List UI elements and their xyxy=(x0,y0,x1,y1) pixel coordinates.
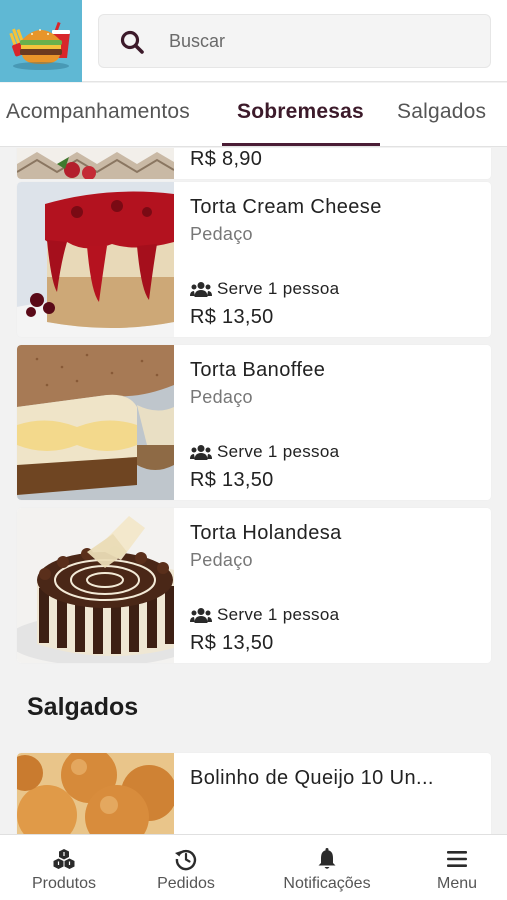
nav-menu[interactable]: Menu xyxy=(420,835,494,900)
product-price: R$ 13,50 xyxy=(190,306,274,328)
nav-label-notificacoes: Notificações xyxy=(283,875,371,892)
product-image xyxy=(17,182,174,337)
product-price: R$ 13,50 xyxy=(190,632,274,654)
product-card[interactable]: Torta Cream Cheese Pedaço Serve 1 pessoa… xyxy=(17,182,491,337)
people-icon xyxy=(190,608,212,623)
product-name: Torta Cream Cheese xyxy=(190,196,382,218)
product-card[interactable]: Torta Holandesa Pedaço Serve 1 pessoa R$… xyxy=(17,508,491,663)
product-serves: Serve 1 pessoa xyxy=(190,442,339,462)
product-description: Pedaço xyxy=(190,224,253,244)
product-name: Bolinho de Queijo 10 Un... xyxy=(190,767,434,789)
bell-icon xyxy=(318,848,336,869)
product-card[interactable]: Torta Banoffee Pedaço Serve 1 pessoa R$ … xyxy=(17,345,491,500)
product-list[interactable]: R$ 8,90 Torta Cream Cheese Pedaço Serve … xyxy=(0,148,507,834)
product-image xyxy=(17,508,174,663)
hamburger-menu-icon xyxy=(447,851,467,867)
product-card[interactable]: R$ 8,90 xyxy=(17,148,491,179)
serves-label: Serve 1 pessoa xyxy=(217,279,340,298)
tab-sobremesas[interactable]: Sobremesas xyxy=(237,83,364,146)
nav-label-menu: Menu xyxy=(436,875,478,892)
product-serves: Serve 1 pessoa xyxy=(190,279,339,299)
product-price: R$ 13,50 xyxy=(190,469,274,491)
serves-label: Serve 1 pessoa xyxy=(217,605,340,624)
product-description: Pedaço xyxy=(190,387,253,407)
nav-label-pedidos: Pedidos xyxy=(157,875,215,892)
nav-notificacoes[interactable]: Notificações xyxy=(278,835,376,900)
nav-pedidos[interactable]: Pedidos xyxy=(146,835,226,900)
search-bar[interactable] xyxy=(98,14,491,68)
product-name: Torta Banoffee xyxy=(190,359,326,381)
people-icon xyxy=(190,445,212,460)
section-title-salgados: Salgados xyxy=(27,693,139,721)
app-logo[interactable] xyxy=(0,0,82,82)
product-description: Pedaço xyxy=(190,550,253,570)
bottom-navigation: Produtos Pedidos Notificações Menu xyxy=(0,834,507,900)
app-header xyxy=(0,0,507,82)
active-tab-indicator xyxy=(222,143,380,146)
tab-acompanhamentos[interactable]: Acompanhamentos xyxy=(6,83,190,146)
product-name: Torta Holandesa xyxy=(190,522,342,544)
search-icon[interactable] xyxy=(119,29,145,55)
product-serves: Serve 1 pessoa xyxy=(190,605,339,625)
product-price: R$ 8,90 xyxy=(190,148,263,170)
tab-salgados[interactable]: Salgados xyxy=(397,83,486,146)
history-icon xyxy=(175,849,197,871)
people-icon xyxy=(190,282,212,297)
nav-label-produtos: Produtos xyxy=(31,875,97,892)
boxes-icon xyxy=(53,849,75,869)
nav-produtos[interactable]: Produtos xyxy=(22,835,106,900)
search-input[interactable] xyxy=(169,15,479,67)
category-tabs: Acompanhamentos Sobremesas Salgados xyxy=(0,83,507,147)
serves-label: Serve 1 pessoa xyxy=(217,442,340,461)
product-image xyxy=(17,148,174,179)
product-image xyxy=(17,345,174,500)
product-image xyxy=(17,753,174,834)
product-card[interactable]: Bolinho de Queijo 10 Un... xyxy=(17,753,491,834)
